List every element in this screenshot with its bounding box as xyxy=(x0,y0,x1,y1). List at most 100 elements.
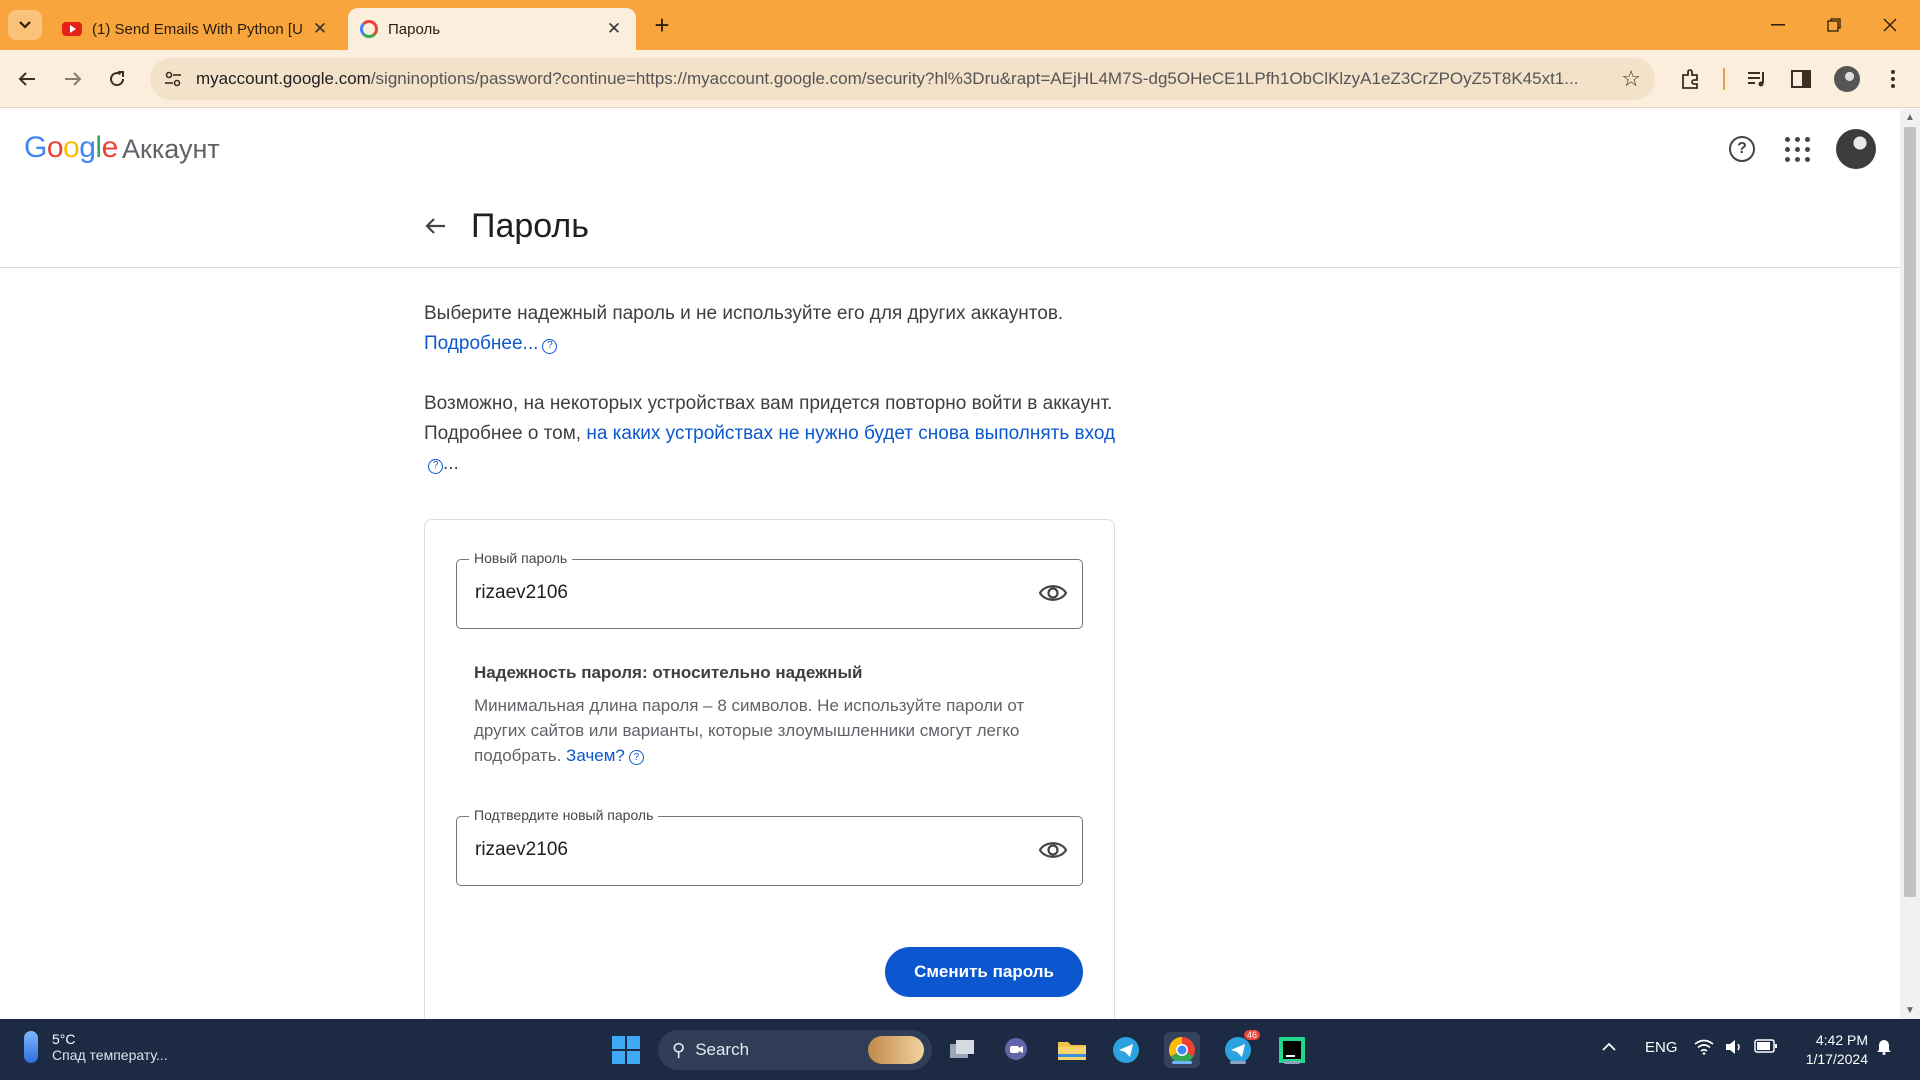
new-password-label: Новый пароль xyxy=(469,550,573,566)
learn-more-link[interactable]: Подробнее... xyxy=(424,333,538,354)
system-clock[interactable]: 4:42 PM 1/17/2024 xyxy=(1792,1031,1868,1069)
confirm-password-field[interactable]: Подтвердите новый пароль rizaev2106 xyxy=(456,807,1083,886)
confirm-password-label: Подтвердите новый пароль xyxy=(469,807,659,823)
pycharm-button[interactable] xyxy=(1274,1032,1310,1068)
arrow-right-icon xyxy=(65,72,82,86)
product-name: Аккаунт xyxy=(122,134,220,164)
browser-tab-strip: (1) Send Emails With Python [U ✕ Пароль … xyxy=(0,0,1920,50)
chrome-menu-button[interactable] xyxy=(1878,64,1908,94)
clock-date: 1/17/2024 xyxy=(1805,1051,1868,1067)
close-icon xyxy=(1883,18,1897,32)
url-host: myaccount.google.com xyxy=(196,69,371,88)
scroll-up-icon[interactable]: ▲ xyxy=(1905,112,1915,123)
help-circle-icon[interactable]: ? xyxy=(628,750,644,765)
chat-icon xyxy=(1005,1038,1027,1060)
logo-letter: o xyxy=(63,131,80,164)
back-button[interactable] xyxy=(10,62,44,96)
help-circle-icon[interactable]: ? xyxy=(542,338,558,354)
reload-button[interactable] xyxy=(100,62,134,96)
why-link[interactable]: Зачем? xyxy=(566,746,625,765)
help-button[interactable]: ? xyxy=(1724,131,1760,167)
side-panel-icon[interactable] xyxy=(1786,64,1816,94)
bookmark-star-icon[interactable]: ☆ xyxy=(1621,66,1641,92)
password-form-card: Новый пароль rizaev2106 Надежность парол… xyxy=(424,519,1115,1019)
new-password-input[interactable]: rizaev2106 xyxy=(475,582,568,604)
address-bar[interactable]: myaccount.google.com/signinoptions/passw… xyxy=(150,58,1655,100)
arrow-left-icon xyxy=(18,72,35,86)
tab-title: (1) Send Emails With Python [U xyxy=(92,20,303,38)
tab-search-button[interactable] xyxy=(8,10,42,40)
chevron-down-icon xyxy=(19,21,31,29)
profile-avatar-button[interactable] xyxy=(1832,64,1862,94)
intro-content: Выберите надежный пароль и не используйт… xyxy=(424,299,1124,479)
telegram-icon xyxy=(1225,1037,1251,1063)
arrow-left-icon xyxy=(425,218,445,234)
window-close-button[interactable] xyxy=(1870,10,1910,40)
tab-title: Пароль xyxy=(388,20,441,38)
wifi-icon[interactable] xyxy=(1694,1039,1714,1059)
scroll-down-icon[interactable]: ▼ xyxy=(1905,1005,1915,1016)
url-text[interactable]: myaccount.google.com/signinoptions/passw… xyxy=(196,69,1596,89)
eye-icon[interactable] xyxy=(1038,838,1068,862)
teams-chat-button[interactable] xyxy=(998,1032,1034,1068)
windows-logo-icon xyxy=(612,1036,640,1064)
thermometer-icon xyxy=(24,1031,38,1063)
google-logo[interactable]: Google xyxy=(24,131,118,165)
password-strength-hint: Минимальная длина пароля – 8 символов. Н… xyxy=(474,693,1074,768)
url-path: /signinoptions/password?continue=https:/… xyxy=(370,69,1579,88)
weather-widget[interactable]: 5°C Спад температу... xyxy=(24,1031,168,1063)
help-icon: ? xyxy=(1729,136,1755,162)
tab-youtube[interactable]: (1) Send Emails With Python [U ✕ xyxy=(50,8,342,50)
search-label: Search xyxy=(695,1040,750,1059)
clock-time: 4:42 PM xyxy=(1815,1032,1868,1048)
media-controls-icon[interactable] xyxy=(1742,64,1772,94)
forward-button[interactable] xyxy=(56,62,90,96)
devices-link[interactable]: на каких устройствах не нужно будет снов… xyxy=(586,423,1115,444)
windows-taskbar: 5°C Спад температу... ⚲ Search 46 ENG 4:… xyxy=(0,1019,1920,1080)
password-strength-title: Надежность пароля: относительно надежный xyxy=(474,663,863,682)
telegram-desktop-button[interactable]: 46 xyxy=(1220,1030,1260,1068)
logo-letter: g xyxy=(79,131,96,164)
help-circle-icon[interactable]: ? xyxy=(428,458,443,474)
page-scrollbar[interactable]: ▲ ▼ xyxy=(1900,109,1920,1019)
change-password-button[interactable]: Сменить пароль xyxy=(885,947,1083,997)
running-indicator xyxy=(1172,1061,1192,1064)
notification-badge: 46 xyxy=(1243,1030,1260,1040)
chrome-taskbar-button[interactable] xyxy=(1164,1032,1200,1068)
page-viewport: Google Аккаунт ? Пароль Выберите надежны… xyxy=(0,109,1900,1019)
back-arrow-button[interactable] xyxy=(420,211,450,241)
extensions-icon[interactable] xyxy=(1676,64,1706,94)
telegram-button[interactable] xyxy=(1108,1032,1144,1068)
task-view-icon xyxy=(950,1040,974,1058)
site-info-icon[interactable] xyxy=(162,68,184,90)
close-icon[interactable]: ✕ xyxy=(310,19,330,39)
google-account-header: Google Аккаунт ? xyxy=(0,109,1900,189)
scrollbar-thumb[interactable] xyxy=(1904,127,1916,897)
restore-button[interactable] xyxy=(1814,10,1854,40)
logo-letter: e xyxy=(101,131,119,164)
minimize-button[interactable] xyxy=(1758,10,1798,40)
eye-icon[interactable] xyxy=(1038,581,1068,605)
close-icon[interactable]: ✕ xyxy=(604,19,624,39)
new-tab-button[interactable]: + xyxy=(648,12,676,40)
new-password-field[interactable]: Новый пароль rizaev2106 xyxy=(456,550,1083,629)
intro-paragraph: Выберите надежный пароль и не используйт… xyxy=(424,299,1124,359)
toolbar-divider xyxy=(1722,64,1726,94)
avatar xyxy=(1834,66,1860,92)
notification-bell-icon[interactable] xyxy=(1876,1037,1892,1059)
account-avatar[interactable] xyxy=(1836,129,1876,169)
battery-icon[interactable] xyxy=(1754,1039,1778,1057)
file-explorer-button[interactable] xyxy=(1054,1032,1090,1068)
intro-text: Выберите надежный пароль и не используйт… xyxy=(424,303,1064,324)
confirm-password-input[interactable]: rizaev2106 xyxy=(475,839,568,861)
volume-icon[interactable] xyxy=(1724,1039,1744,1059)
language-indicator[interactable]: ENG xyxy=(1645,1039,1678,1056)
taskbar-search[interactable]: ⚲ Search xyxy=(658,1030,932,1070)
show-hidden-icons-button[interactable] xyxy=(1602,1039,1616,1056)
tab-password[interactable]: Пароль ✕ xyxy=(348,8,636,50)
task-view-button[interactable] xyxy=(944,1032,980,1068)
browser-toolbar: myaccount.google.com/signinoptions/passw… xyxy=(0,50,1920,108)
start-button[interactable] xyxy=(608,1032,644,1068)
google-apps-button[interactable] xyxy=(1779,131,1815,167)
weather-description: Спад температу... xyxy=(52,1047,168,1063)
